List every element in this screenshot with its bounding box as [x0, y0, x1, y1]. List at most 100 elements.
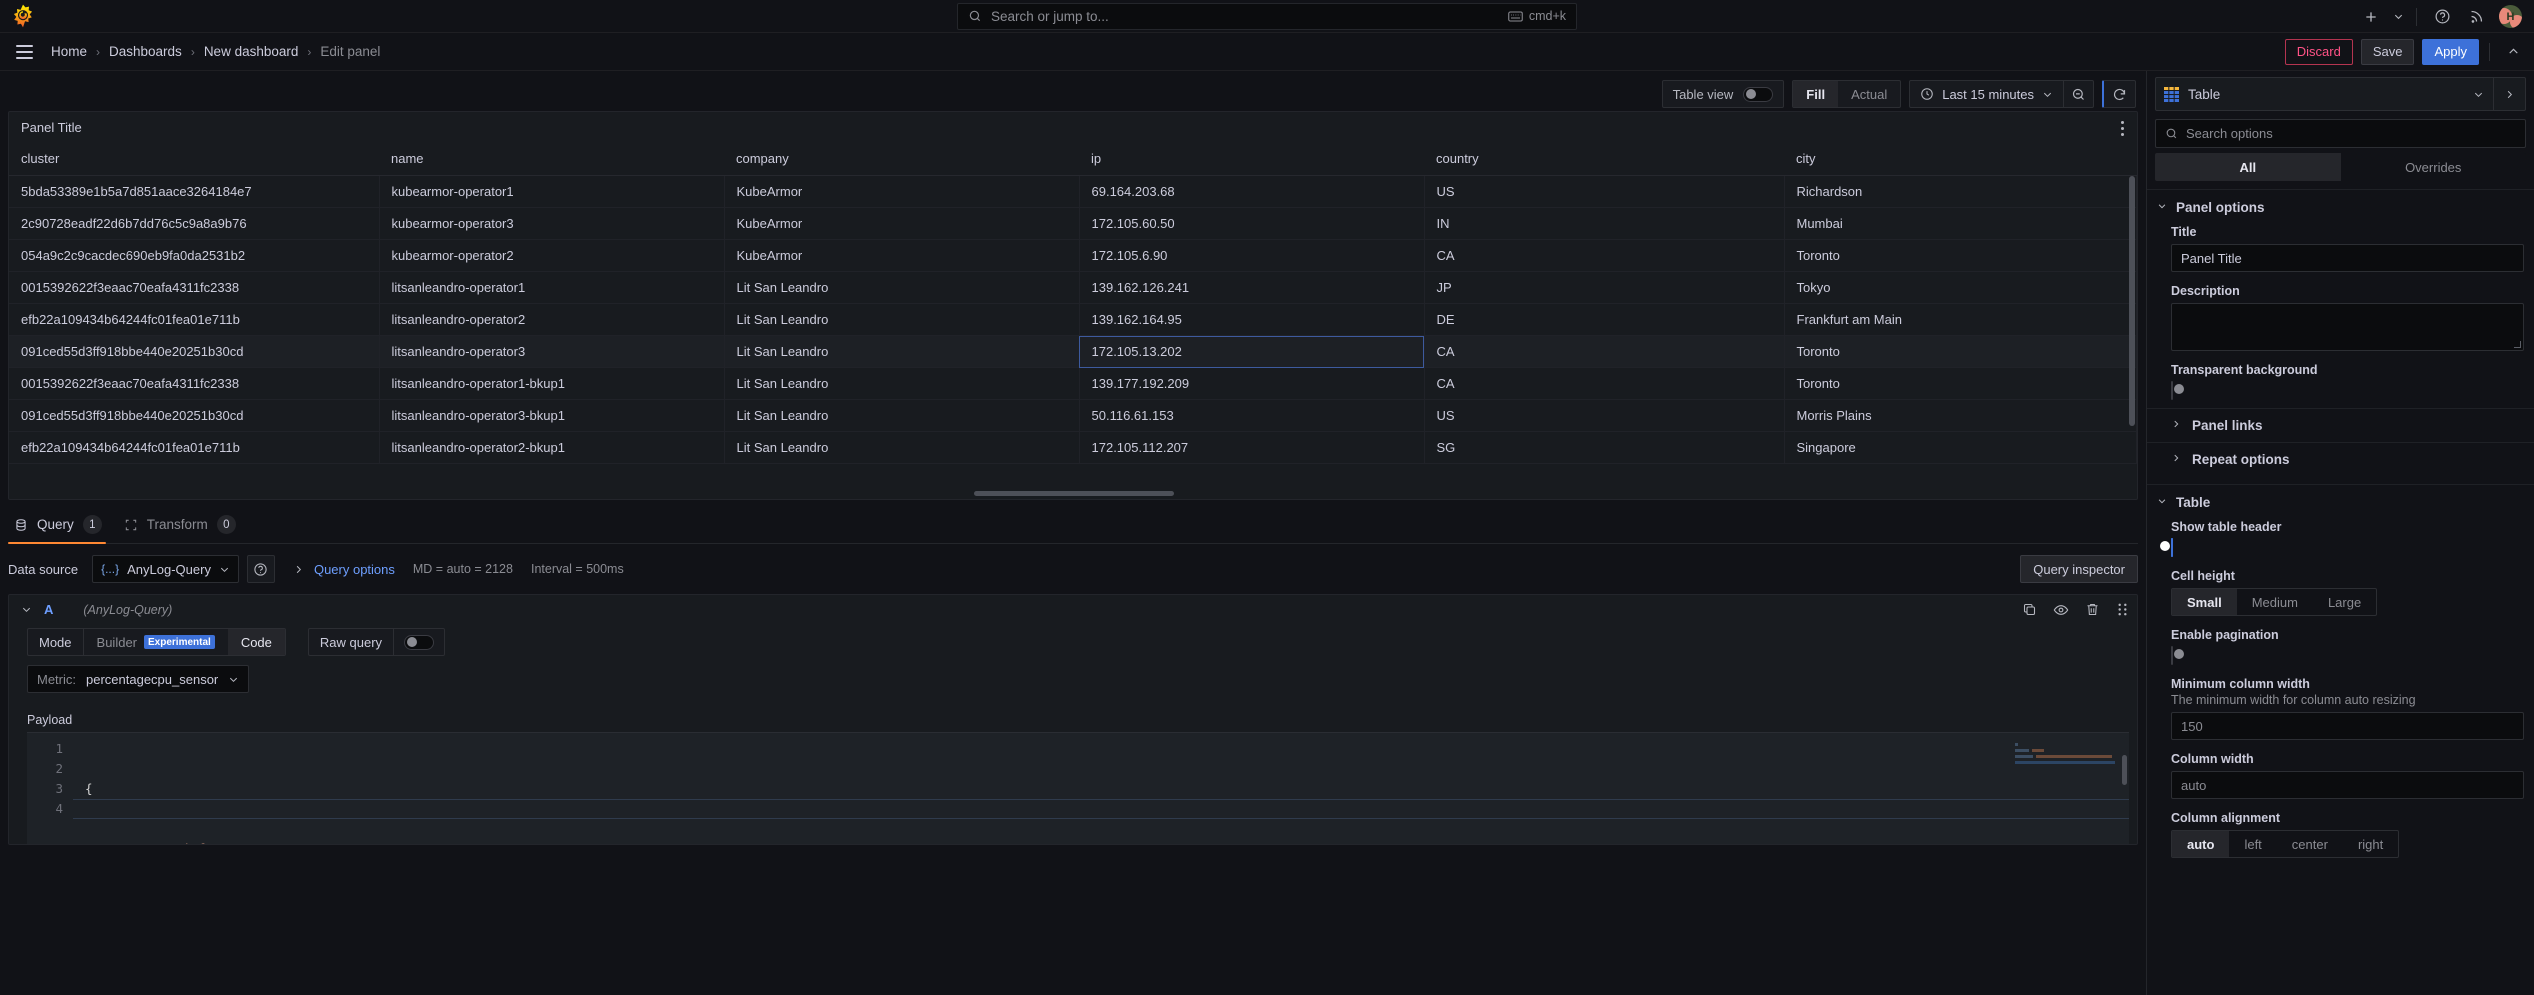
table-row[interactable]: 0015392622f3eaac70eafa4311fc2338 litsanl…: [9, 271, 2137, 304]
viz-picker-chevron[interactable]: [2463, 89, 2493, 100]
table-view-toggle[interactable]: [1743, 86, 1774, 102]
cell-name[interactable]: litsanleandro-operator2-bkup1: [379, 431, 725, 464]
cell-ip-selected[interactable]: 172.105.13.202: [1079, 335, 1425, 368]
table-row[interactable]: efb22a109434b64244fc01fea01e711b litsanl…: [9, 431, 2137, 464]
query-ref-id[interactable]: A: [44, 602, 53, 617]
panel-menu-icon[interactable]: [2114, 119, 2130, 137]
table-horizontal-scrollbar[interactable]: [974, 491, 1174, 496]
cell-name[interactable]: litsanleandro-operator3: [379, 335, 725, 368]
cell-cluster[interactable]: efb22a109434b64244fc01fea01e711b: [9, 303, 380, 336]
cell-ip[interactable]: 69.164.203.68: [1079, 175, 1425, 208]
subsection-repeat-options[interactable]: Repeat options: [2147, 442, 2534, 476]
fill-button[interactable]: Fill: [1793, 81, 1839, 107]
cell-ip[interactable]: 172.105.112.207: [1079, 431, 1425, 464]
column-alignment-right[interactable]: right: [2343, 831, 2398, 857]
cell-ip[interactable]: 50.116.61.153: [1079, 399, 1425, 432]
add-button[interactable]: [2354, 0, 2388, 33]
column-header-country[interactable]: country: [1424, 142, 1784, 176]
time-range-picker[interactable]: Last 15 minutes: [1910, 81, 2063, 107]
cell-company[interactable]: Lit San Leandro: [724, 303, 1080, 336]
hamburger-menu-icon[interactable]: [10, 38, 38, 66]
cell-name[interactable]: kubearmor-operator2: [379, 239, 725, 272]
breadcrumb-item-dashboards[interactable]: Dashboards: [109, 44, 182, 59]
section-table-options[interactable]: Table: [2147, 484, 2534, 516]
global-search-box[interactable]: Search or jump to... cmd+k: [957, 2, 1577, 30]
cell-cluster[interactable]: 2c90728eadf22d6b7dd76c5c9a8a9b76: [9, 207, 380, 240]
show-table-header-toggle[interactable]: [2160, 538, 2173, 557]
datasource-help-button[interactable]: [246, 555, 275, 583]
help-button[interactable]: [2425, 0, 2459, 33]
resize-grip-icon[interactable]: [2514, 341, 2521, 348]
table-row[interactable]: efb22a109434b64244fc01fea01e711b litsanl…: [9, 303, 2137, 336]
datasource-picker[interactable]: {...} AnyLog-Query: [92, 555, 239, 583]
visualization-picker[interactable]: Table: [2155, 77, 2526, 111]
breadcrumb-item-new-dashboard[interactable]: New dashboard: [204, 44, 299, 59]
cell-city[interactable]: Toronto: [1784, 335, 2137, 368]
cell-ip[interactable]: 139.162.164.95: [1079, 303, 1425, 336]
cell-height-small[interactable]: Small: [2172, 589, 2237, 615]
drag-query-handle[interactable]: [2116, 602, 2129, 617]
payload-code-editor[interactable]: 1 2 3 4 { "type": "info", "details": "bl…: [27, 732, 2129, 844]
cell-name[interactable]: litsanleandro-operator3-bkup1: [379, 399, 725, 432]
cell-city[interactable]: Mumbai: [1784, 207, 2137, 240]
enable-pagination-toggle[interactable]: [2171, 646, 2184, 665]
cell-city[interactable]: Richardson: [1784, 175, 2137, 208]
raw-query-toggle[interactable]: [404, 634, 435, 650]
query-inspector-button[interactable]: Query inspector: [2020, 555, 2138, 583]
column-alignment-auto[interactable]: auto: [2172, 831, 2230, 857]
mode-code-option[interactable]: Code: [227, 629, 285, 655]
query-options-toggle[interactable]: Query options MD = auto = 2128 Interval …: [293, 562, 624, 577]
table-row[interactable]: 091ced55d3ff918bbe440e20251b30cd litsanl…: [9, 399, 2137, 432]
cell-company[interactable]: Lit San Leandro: [724, 399, 1080, 432]
cell-country[interactable]: CA: [1424, 335, 1785, 368]
cell-country[interactable]: US: [1424, 399, 1785, 432]
viz-picker-open-button[interactable]: [2493, 78, 2525, 110]
cell-company[interactable]: Lit San Leandro: [724, 431, 1080, 464]
cell-company[interactable]: Lit San Leandro: [724, 367, 1080, 400]
cell-ip[interactable]: 139.177.192.209: [1079, 367, 1425, 400]
cell-country[interactable]: DE: [1424, 303, 1785, 336]
subsection-panel-links[interactable]: Panel links: [2147, 408, 2534, 442]
options-search-input[interactable]: Search options: [2155, 119, 2526, 148]
editor-minimap[interactable]: [2015, 737, 2115, 767]
cell-cluster[interactable]: 091ced55d3ff918bbe440e20251b30cd: [9, 399, 380, 432]
cell-city[interactable]: Toronto: [1784, 239, 2137, 272]
tab-query[interactable]: Query 1: [8, 515, 114, 544]
column-header-company[interactable]: company: [724, 142, 1079, 176]
cell-city[interactable]: Toronto: [1784, 367, 2137, 400]
cell-city[interactable]: Frankfurt am Main: [1784, 303, 2137, 336]
column-alignment-left[interactable]: left: [2229, 831, 2276, 857]
hide-query-button[interactable]: [2053, 602, 2069, 618]
cell-company[interactable]: KubeArmor: [724, 175, 1080, 208]
tab-transform[interactable]: Transform 0: [118, 515, 248, 543]
minimum-column-width-input[interactable]: 150: [2171, 712, 2524, 740]
section-panel-options[interactable]: Panel options: [2147, 189, 2534, 221]
add-chevron-button[interactable]: [2388, 0, 2408, 33]
global-search[interactable]: Search or jump to... cmd+k: [957, 2, 1577, 30]
query-collapse-button[interactable]: [17, 604, 35, 615]
table-row[interactable]: 5bda53389e1b5a7d851aace3264184e7 kubearm…: [9, 175, 2137, 208]
cell-country[interactable]: CA: [1424, 367, 1785, 400]
save-button[interactable]: Save: [2360, 38, 2415, 65]
cell-country[interactable]: IN: [1424, 207, 1785, 240]
collapse-toolbar-button[interactable]: [2500, 39, 2526, 65]
transparent-background-toggle[interactable]: [2171, 381, 2184, 400]
cell-company[interactable]: KubeArmor: [724, 207, 1080, 240]
cell-company[interactable]: Lit San Leandro: [724, 271, 1080, 304]
column-header-name[interactable]: name: [379, 142, 724, 176]
cell-city[interactable]: Tokyo: [1784, 271, 2137, 304]
cell-country[interactable]: CA: [1424, 239, 1785, 272]
cell-ip[interactable]: 172.105.60.50: [1079, 207, 1425, 240]
cell-height-large[interactable]: Large: [2313, 589, 2376, 615]
duplicate-query-button[interactable]: [2022, 602, 2037, 617]
column-header-ip[interactable]: ip: [1079, 142, 1424, 176]
cell-country[interactable]: US: [1424, 175, 1785, 208]
cell-city[interactable]: Singapore: [1784, 431, 2137, 464]
table-row[interactable]: 0015392622f3eaac70eafa4311fc2338 litsanl…: [9, 367, 2137, 400]
table-row[interactable]: 091ced55d3ff918bbe440e20251b30cd litsanl…: [9, 335, 2137, 368]
column-alignment-center[interactable]: center: [2277, 831, 2343, 857]
grafana-logo-icon[interactable]: [10, 3, 36, 29]
tab-all-options[interactable]: All: [2155, 153, 2341, 181]
delete-query-button[interactable]: [2085, 602, 2100, 617]
cell-name[interactable]: litsanleandro-operator1-bkup1: [379, 367, 725, 400]
